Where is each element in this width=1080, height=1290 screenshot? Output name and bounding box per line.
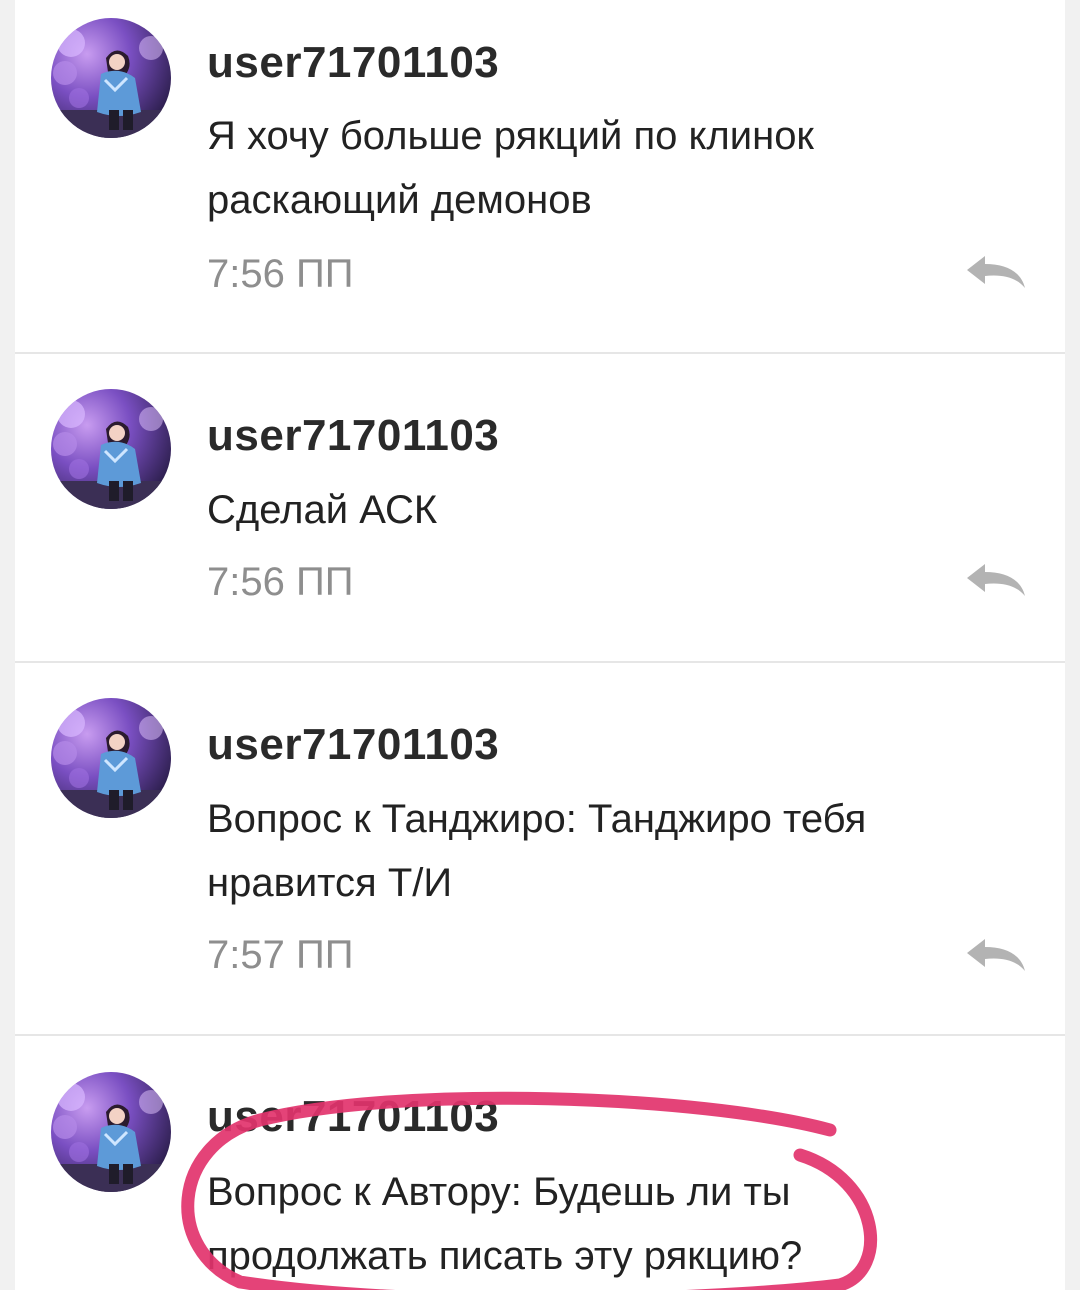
message-item[interactable]: user71701103 Я хочу больше рякций по кли…: [15, 0, 1065, 354]
timestamp: 7:56 ПП: [207, 252, 354, 296]
timestamp: 7:57 ПП: [207, 933, 354, 977]
message-text: Вопрос к Автору: Будешь ли ты продолжать…: [207, 1170, 803, 1278]
message-text: Я хочу больше рякций по клинок раскающий…: [207, 114, 814, 222]
avatar[interactable]: [51, 18, 171, 138]
reply-arrow-icon[interactable]: [963, 560, 1029, 600]
username[interactable]: user71701103: [207, 411, 499, 461]
avatar[interactable]: [51, 1072, 171, 1192]
message-item[interactable]: user71701103 Вопрос к Танджиро: Танджиро…: [15, 663, 1065, 1036]
message-feed: user71701103 Я хочу больше рякций по кли…: [15, 0, 1065, 1290]
reply-arrow-icon[interactable]: [963, 935, 1029, 975]
username[interactable]: user71701103: [207, 38, 499, 88]
username[interactable]: user71701103: [207, 1092, 499, 1142]
timestamp: 7:56 ПП: [207, 560, 354, 604]
avatar[interactable]: [51, 698, 171, 818]
avatar[interactable]: [51, 389, 171, 509]
reply-arrow-icon[interactable]: [963, 252, 1029, 292]
message-text: Вопрос к Танджиро: Танджиро тебя нравитс…: [207, 797, 867, 905]
message-item[interactable]: user71701103 Вопрос к Автору: Будешь ли …: [15, 1036, 1065, 1290]
message-item[interactable]: user71701103 Сделай АСК 7:56 ПП: [15, 354, 1065, 663]
message-text: Сделай АСК: [207, 488, 438, 532]
username[interactable]: user71701103: [207, 720, 499, 770]
